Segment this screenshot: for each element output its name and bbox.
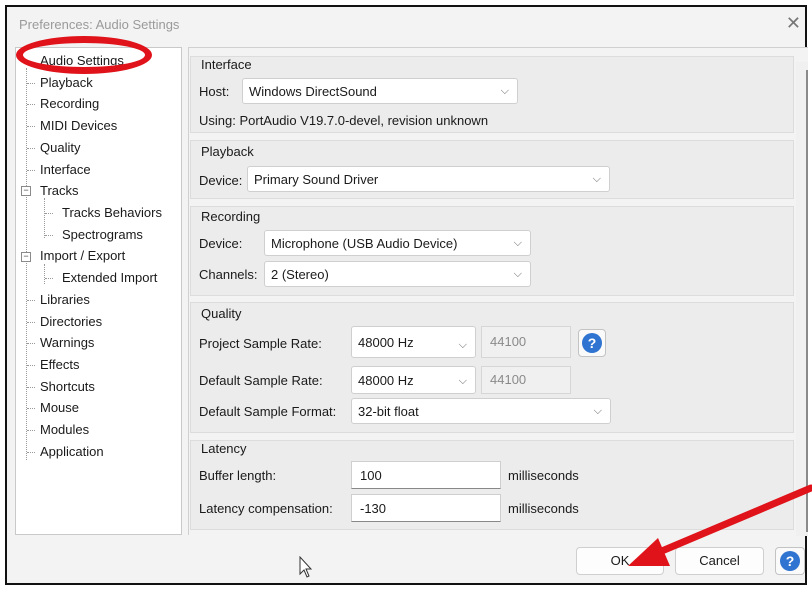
- group-title-playback: Playback: [201, 144, 254, 159]
- tree-item-modules[interactable]: Modules: [40, 420, 89, 440]
- scrollbar-thumb[interactable]: [806, 70, 808, 532]
- tree-item-directories[interactable]: Directories: [40, 312, 102, 332]
- chevron-down-icon: ⌵: [593, 405, 602, 417]
- buffer-length-unit: milliseconds: [508, 468, 579, 483]
- latency-comp-unit: milliseconds: [508, 501, 579, 516]
- host-label: Host:: [199, 84, 230, 99]
- tree-item-libraries[interactable]: Libraries: [40, 290, 90, 310]
- tree-dot: [27, 104, 35, 105]
- recording-device-select[interactable]: Microphone (USB Audio Device) ⌵: [264, 230, 531, 256]
- tree-item-tracks[interactable]: Tracks: [40, 181, 79, 201]
- group-title-latency: Latency: [201, 441, 247, 456]
- sample-format-label: Default Sample Format:: [199, 404, 337, 419]
- tree-dot: [27, 300, 35, 301]
- tree-item-playback[interactable]: Playback: [40, 73, 93, 93]
- quality-help-button[interactable]: ?: [578, 329, 606, 357]
- playback-device-select[interactable]: Primary Sound Driver ⌵: [247, 166, 610, 192]
- collapse-icon[interactable]: −: [21, 252, 31, 262]
- annotation-arrow-icon: [628, 484, 812, 566]
- latency-comp-label: Latency compensation:: [199, 501, 333, 516]
- default-rate-custom: 44100: [481, 366, 571, 394]
- group-title-recording: Recording: [201, 209, 261, 224]
- default-rate-select[interactable]: 48000 Hz ⌵: [351, 366, 476, 394]
- tree-item-interface[interactable]: Interface: [40, 160, 91, 180]
- window-title: Preferences: Audio Settings: [19, 17, 180, 32]
- tree-item-warnings[interactable]: Warnings: [40, 333, 94, 353]
- mouse-cursor-icon: [299, 556, 313, 578]
- tree-dot: [27, 148, 35, 149]
- tree-dot: [27, 387, 35, 388]
- chevron-down-icon: ⌵: [458, 375, 467, 387]
- tree-item-effects[interactable]: Effects: [40, 355, 80, 375]
- tree-item-midi-devices[interactable]: MIDI Devices: [40, 116, 117, 136]
- tree-dot: [27, 430, 35, 431]
- tree-item-application[interactable]: Application: [40, 442, 104, 462]
- group-title-interface: Interface: [201, 57, 252, 72]
- collapse-icon[interactable]: −: [21, 186, 31, 196]
- tree-dot: [27, 452, 35, 453]
- sample-format-select[interactable]: 32-bit float ⌵: [351, 398, 611, 424]
- tree-dot: [45, 213, 53, 214]
- tree-connector: [44, 264, 45, 284]
- tree-dot: [27, 126, 35, 127]
- tree-item-tracks-behaviors[interactable]: Tracks Behaviors: [62, 203, 162, 223]
- using-info: Using: PortAudio V19.7.0-devel, revision…: [199, 113, 489, 128]
- tree-item-spectrograms[interactable]: Spectrograms: [62, 225, 143, 245]
- buffer-length-input[interactable]: 100: [351, 461, 501, 489]
- channels-select[interactable]: 2 (Stereo) ⌵: [264, 261, 531, 287]
- tree-dot: [45, 278, 53, 279]
- tree-item-import-export[interactable]: Import / Export: [40, 246, 125, 266]
- latency-comp-input[interactable]: -130: [351, 494, 501, 522]
- channels-label: Channels:: [199, 267, 258, 282]
- chevron-down-icon: ⌵: [513, 268, 522, 280]
- tree-dot: [27, 170, 35, 171]
- chevron-down-icon: ⌵: [592, 173, 601, 185]
- project-rate-label: Project Sample Rate:: [199, 336, 322, 351]
- tree-dot: [27, 343, 35, 344]
- tree-dot: [45, 235, 53, 236]
- title-bar: Preferences: Audio Settings ✕: [7, 7, 805, 41]
- host-select[interactable]: Windows DirectSound ⌵: [242, 78, 518, 104]
- chevron-down-icon: ⌵: [500, 85, 509, 97]
- tree-connector: [44, 198, 45, 238]
- tree-dot: [27, 83, 35, 84]
- tree-dot: [27, 365, 35, 366]
- annotation-circle: [16, 36, 152, 74]
- chevron-down-icon: ⌵: [513, 237, 522, 249]
- project-rate-select[interactable]: 48000 Hz ⌵: [351, 326, 476, 358]
- tree-item-mouse[interactable]: Mouse: [40, 398, 79, 418]
- tree-item-extended-import[interactable]: Extended Import: [62, 268, 157, 288]
- tree-dot: [27, 408, 35, 409]
- default-rate-label: Default Sample Rate:: [199, 373, 323, 388]
- help-icon: ?: [582, 333, 602, 353]
- close-icon[interactable]: ✕: [786, 13, 801, 34]
- preferences-tree: Audio Settings Playback Recording MIDI D…: [15, 47, 182, 535]
- tree-item-shortcuts[interactable]: Shortcuts: [40, 377, 95, 397]
- tree-item-recording[interactable]: Recording: [40, 94, 99, 114]
- tree-dot: [27, 322, 35, 323]
- buffer-length-label: Buffer length:: [199, 468, 277, 483]
- chevron-down-icon: ⌵: [458, 339, 467, 351]
- project-rate-custom: 44100: [481, 326, 571, 358]
- group-title-quality: Quality: [201, 306, 242, 321]
- playback-device-label: Device:: [199, 173, 243, 188]
- tree-item-quality[interactable]: Quality: [40, 138, 80, 158]
- recording-device-label: Device:: [199, 236, 243, 251]
